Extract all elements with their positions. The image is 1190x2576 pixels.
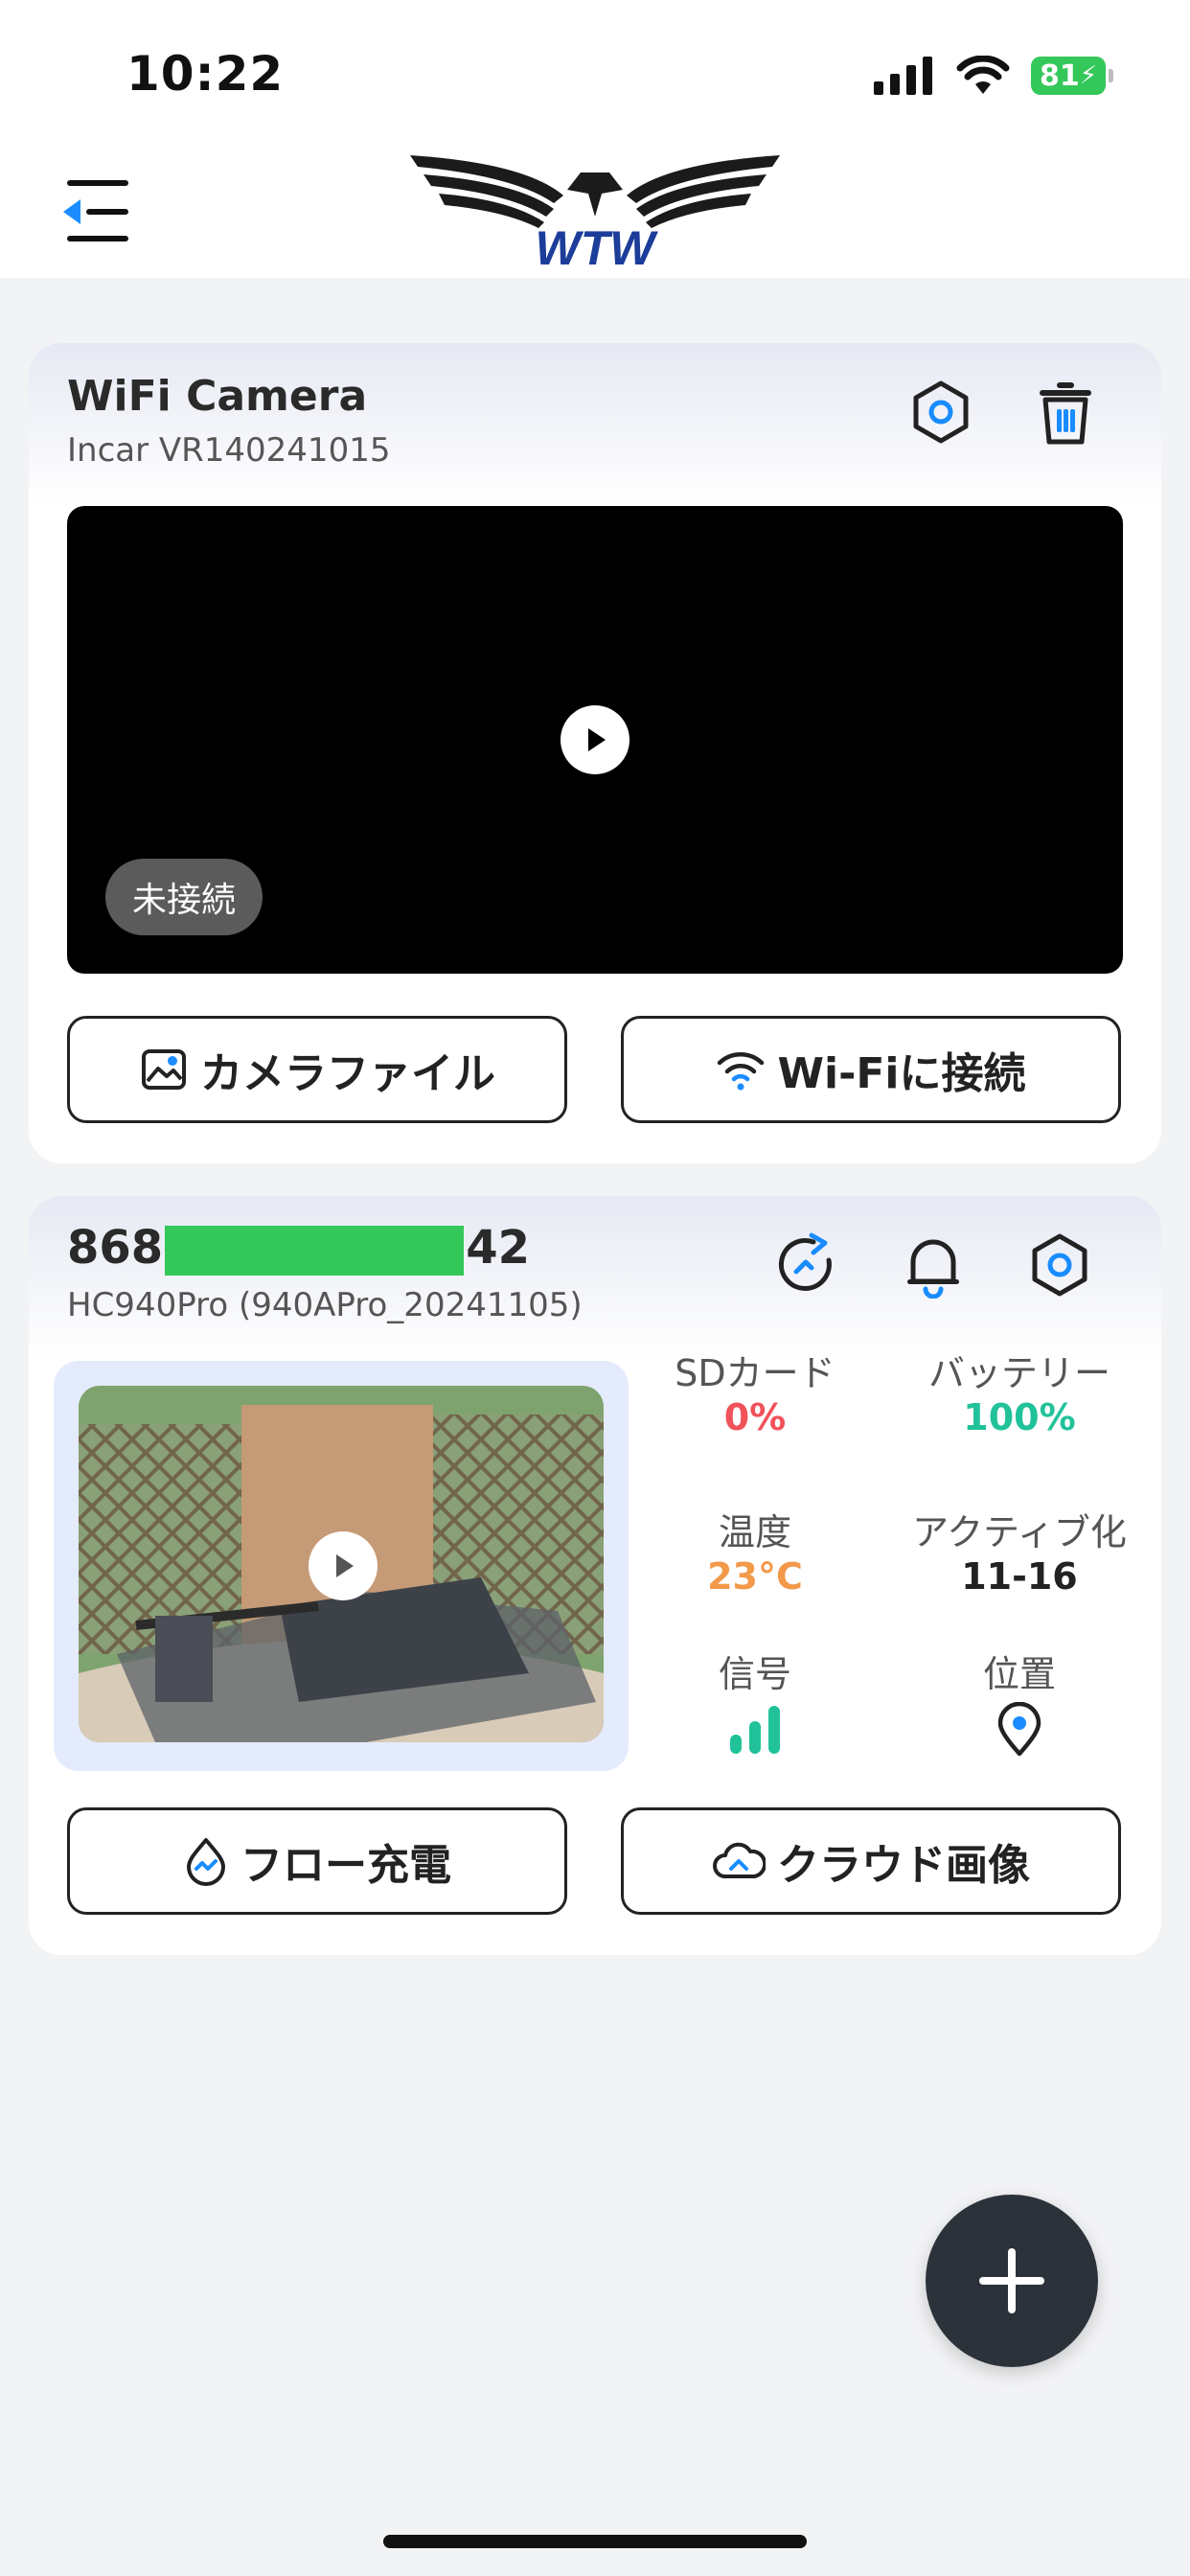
wifi-camera-card: WiFi Camera Incar VR140241015 未接続 カメラファイ…	[29, 343, 1161, 1163]
temp-label: 温度	[718, 1511, 791, 1553]
cloud-images-label: クラウド画像	[777, 1841, 1030, 1890]
location-label: 位置	[982, 1653, 1056, 1695]
menu-button[interactable]	[57, 174, 134, 247]
device-preview-image[interactable]	[79, 1386, 604, 1742]
temp-value: 23°C	[707, 1555, 803, 1598]
device-card: 868 42 HC940Pro (940APro_20241105) SDカード…	[29, 1196, 1161, 1955]
preview-play-button[interactable]	[309, 1531, 378, 1600]
svg-text:WTW: WTW	[536, 221, 659, 272]
device-settings-button[interactable]	[1021, 1227, 1098, 1303]
stat-battery: バッテリー 100%	[885, 1351, 1154, 1439]
stat-location[interactable]: 位置	[885, 1652, 1154, 1761]
play-icon	[336, 1554, 354, 1577]
play-button[interactable]	[561, 705, 629, 774]
signal-bars-icon	[730, 1706, 780, 1754]
battery-value: 100%	[963, 1396, 1076, 1438]
wifi-icon	[718, 1052, 765, 1091]
battery-indicator: 81 ⚡	[1031, 57, 1113, 95]
sd-value: 0%	[723, 1396, 787, 1438]
device-subtitle: HC940Pro (940APro_20241105)	[67, 1286, 583, 1324]
status-bar: 10:22 81 ⚡	[0, 0, 1190, 144]
camera-title: WiFi Camera	[67, 372, 368, 421]
device-id-suffix: 42	[466, 1221, 530, 1275]
image-icon	[142, 1049, 186, 1090]
redacted-block	[165, 1226, 465, 1276]
device-preview-frame	[54, 1361, 629, 1771]
device-id-prefix: 868	[67, 1221, 164, 1275]
flow-charge-label: フロー充電	[240, 1841, 451, 1890]
stat-signal: 信号	[621, 1652, 889, 1760]
stat-temperature: 温度 23°C	[621, 1510, 889, 1598]
camera-settings-button[interactable]	[903, 374, 979, 450]
device-notification-button[interactable]	[895, 1227, 972, 1303]
camera-file-button[interactable]: カメラファイル	[67, 1016, 567, 1123]
settings-hex-icon	[1032, 1233, 1087, 1297]
camera-file-label: カメラファイル	[200, 1049, 495, 1098]
sd-label: SDカード	[675, 1352, 835, 1394]
device-refresh-button[interactable]	[768, 1227, 845, 1303]
activation-label: アクティブ化	[912, 1511, 1127, 1553]
wifi-connect-button[interactable]: Wi-Fiに接続	[621, 1016, 1121, 1123]
bell-icon	[907, 1239, 959, 1299]
cellular-signal-icon	[874, 57, 932, 95]
brand-logo: WTW	[410, 153, 780, 275]
flow-charge-button[interactable]: フロー充電	[67, 1807, 567, 1915]
wifi-status-icon	[956, 56, 1010, 94]
camera-delete-button[interactable]	[1027, 374, 1104, 450]
flow-drop-icon	[187, 1838, 225, 1886]
home-indicator	[383, 2535, 807, 2548]
play-icon	[588, 728, 606, 751]
settings-hex-icon	[913, 380, 969, 444]
battery-level: 81	[1039, 58, 1080, 93]
wifi-connect-label: Wi-Fiに接続	[777, 1049, 1026, 1098]
status-time: 10:22	[126, 46, 285, 102]
refresh-icon	[778, 1232, 832, 1291]
cloud-images-button[interactable]: クラウド画像	[621, 1807, 1121, 1915]
menu-back-icon	[63, 180, 128, 242]
plus-icon	[979, 2248, 1044, 2313]
nav-bar: WTW	[0, 144, 1190, 278]
status-icons: 81 ⚡	[874, 56, 1113, 96]
charging-bolt-icon: ⚡	[1079, 61, 1097, 90]
battery-label: バッテリー	[927, 1352, 1110, 1394]
device-id: 868 42	[67, 1221, 530, 1276]
cloud-icon	[713, 1842, 766, 1878]
camera-video-player[interactable]: 未接続	[67, 506, 1123, 974]
stat-sd-card: SDカード 0%	[621, 1351, 889, 1439]
add-device-button[interactable]	[926, 2195, 1098, 2367]
connection-status-badge: 未接続	[105, 859, 263, 935]
trash-icon	[1040, 382, 1091, 445]
activation-value: 11-16	[961, 1555, 1078, 1598]
stat-activation: アクティブ化 11-16	[885, 1510, 1154, 1598]
signal-label: 信号	[718, 1653, 791, 1695]
camera-subtitle: Incar VR140241015	[67, 431, 391, 470]
location-pin-icon	[997, 1701, 1041, 1757]
